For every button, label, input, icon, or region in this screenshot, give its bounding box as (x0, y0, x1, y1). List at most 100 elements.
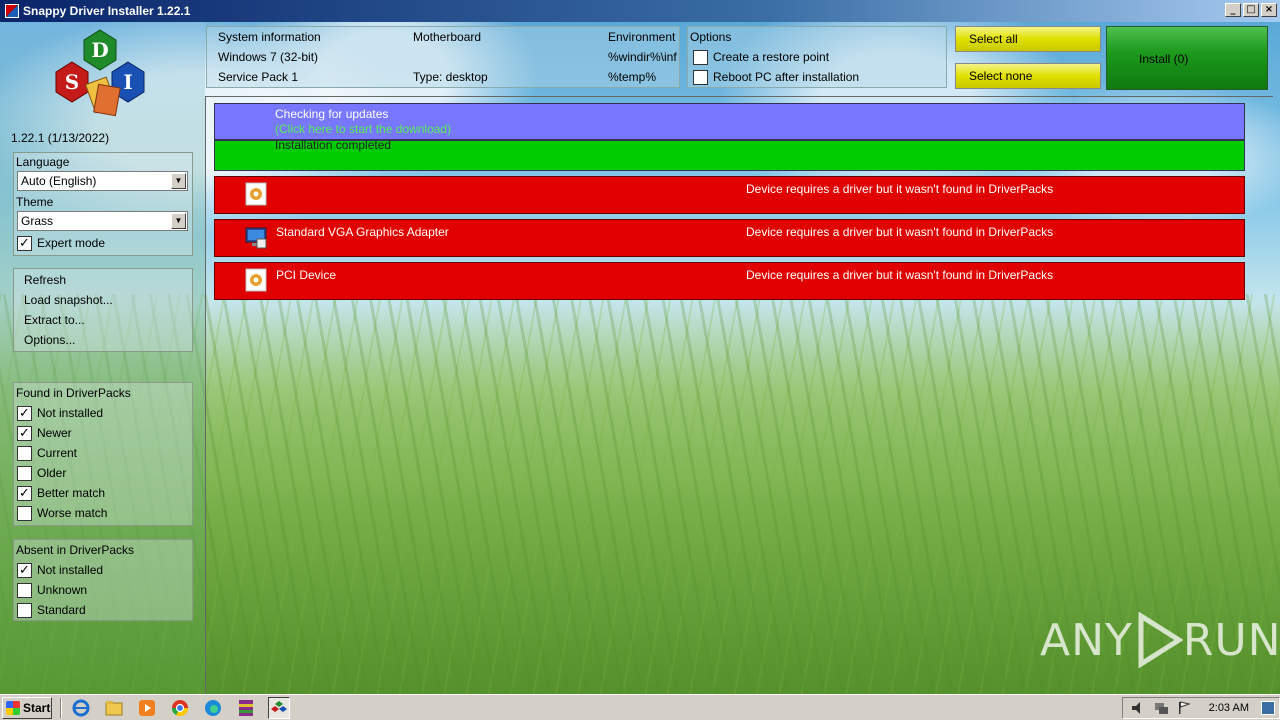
options-header: Options (690, 30, 732, 44)
options-button[interactable]: Options... (14, 330, 192, 350)
filter-label: Newer (37, 426, 72, 440)
start-label: Start (23, 700, 51, 715)
logo-letter-s: S (65, 70, 79, 94)
actions-panel: Refresh Load snapshot... Extract to... O… (13, 268, 193, 352)
filter-found-not-installed[interactable]: ✓ Not installed (14, 403, 192, 423)
install-button[interactable]: Install (0) (1106, 26, 1268, 90)
expert-mode-checkbox[interactable]: ✓ Expert mode (14, 233, 192, 253)
filter-found-older[interactable]: Older (14, 463, 192, 483)
expert-mode-label: Expert mode (37, 236, 106, 250)
window-title: Snappy Driver Installer 1.22.1 (23, 4, 191, 18)
maximize-button[interactable]: □ (1243, 3, 1259, 17)
play-icon (1138, 612, 1183, 668)
reboot-checkbox[interactable]: Reboot PC after installation (690, 67, 859, 87)
sdi-taskbar-icon[interactable] (268, 696, 290, 719)
status-box: Checking for updates (Click here to star… (214, 103, 1245, 171)
device-name: Standard VGA Graphics Adapter (276, 225, 449, 239)
start-download-link[interactable]: (Click here to start the download) (275, 122, 451, 136)
watermark-left: ANY (1040, 614, 1133, 666)
watermark-right: RUN (1182, 614, 1280, 666)
filter-label: Older (37, 466, 67, 480)
chevron-down-icon[interactable]: ▼ (171, 173, 186, 189)
refresh-button[interactable]: Refresh (14, 270, 192, 290)
network-icon[interactable] (1153, 701, 1169, 715)
device-row[interactable]: Standard VGA Graphics Adapter Device req… (214, 219, 1245, 257)
theme-label: Theme (16, 195, 54, 209)
checkbox-box[interactable] (17, 582, 32, 598)
filter-absent-standard[interactable]: Standard (14, 600, 192, 620)
logo-letter-d: D (91, 38, 108, 62)
version-label: 1.22.1 (1/13/2022) (11, 131, 110, 145)
filter-label: Better match (37, 486, 106, 500)
checkbox-box[interactable] (17, 445, 32, 461)
checkbox-box[interactable]: ✓ (17, 485, 32, 501)
filter-absent-not-installed[interactable]: ✓ Not installed (14, 560, 192, 580)
filter-found-current[interactable]: Current (14, 443, 192, 463)
start-button[interactable]: Start (2, 696, 52, 719)
internet-explorer-icon[interactable] (70, 697, 92, 719)
show-desktop-button[interactable] (1261, 701, 1275, 715)
winrar-icon[interactable] (235, 697, 257, 719)
device-name: PCI Device (276, 268, 337, 282)
options-panel: Options Create a restore point Reboot PC… (687, 26, 947, 88)
filter-label: Not installed (37, 406, 104, 420)
theme-select[interactable]: Grass ▼ (17, 211, 188, 231)
system-tray: 2:03 AM (1122, 697, 1280, 719)
filter-label: Standard (37, 603, 86, 617)
action-center-flag-icon[interactable] (1176, 701, 1192, 715)
os-version: Windows 7 (32-bit) (218, 50, 319, 64)
device-row[interactable]: Device requires a driver but it wasn't f… (214, 176, 1245, 214)
checkbox-box[interactable] (17, 602, 32, 618)
media-player-icon[interactable] (136, 697, 158, 719)
window-titlebar: Snappy Driver Installer 1.22.1 _ □ × (0, 0, 1280, 22)
filter-label: Not installed (37, 563, 104, 577)
device-row[interactable]: PCI Device Device requires a driver but … (214, 262, 1245, 300)
checkbox-box[interactable] (17, 505, 32, 521)
minimize-button[interactable]: _ (1225, 3, 1241, 17)
clock[interactable]: 2:03 AM (1209, 702, 1249, 714)
environment-label: Environment (608, 30, 676, 44)
checkbox-box[interactable]: ✓ (17, 235, 32, 251)
filter-found-better-match[interactable]: ✓ Better match (14, 483, 192, 503)
restore-point-checkbox[interactable]: Create a restore point (690, 47, 829, 67)
checkbox-box[interactable] (693, 49, 708, 65)
theme-value: Grass (21, 214, 54, 228)
filter-found-worse-match[interactable]: Worse match (14, 503, 192, 523)
absent-header: Absent in DriverPacks (16, 543, 135, 557)
sysinfo-header: System information (218, 30, 321, 44)
load-snapshot-button[interactable]: Load snapshot... (14, 290, 192, 310)
filter-absent-unknown[interactable]: Unknown (14, 580, 192, 600)
checkbox-box[interactable]: ✓ (17, 405, 32, 421)
checking-updates-text: Checking for updates (275, 107, 389, 121)
language-select[interactable]: Auto (English) ▼ (17, 171, 188, 191)
anyrun-watermark: ANY RUN (1040, 612, 1280, 668)
edge-icon[interactable] (202, 697, 224, 719)
service-pack: Service Pack 1 (218, 70, 299, 84)
windows-flag-icon (6, 700, 20, 715)
filter-found-newer[interactable]: ✓ Newer (14, 423, 192, 443)
extract-to-button[interactable]: Extract to... (14, 310, 192, 330)
close-button[interactable]: × (1261, 3, 1277, 17)
main-area: D S I 1.22.1 (1/13/2022) Language Auto (… (0, 22, 1280, 694)
checkbox-box[interactable] (693, 69, 708, 85)
reboot-label: Reboot PC after installation (713, 70, 860, 84)
select-all-button[interactable]: Select all (955, 26, 1101, 52)
filter-label: Current (37, 446, 78, 460)
checkbox-box[interactable] (17, 465, 32, 481)
system-info-panel: System information Windows 7 (32-bit) Se… (206, 26, 680, 88)
device-status: Device requires a driver but it wasn't f… (746, 182, 1054, 196)
file-explorer-icon[interactable] (103, 697, 125, 719)
speaker-icon[interactable] (1130, 701, 1146, 715)
chrome-icon[interactable] (169, 697, 191, 719)
filter-label: Unknown (37, 583, 88, 597)
chevron-down-icon[interactable]: ▼ (171, 213, 186, 229)
checkbox-box[interactable]: ✓ (17, 425, 32, 441)
logo-letter-i: I (123, 70, 132, 94)
checkbox-box[interactable]: ✓ (17, 562, 32, 578)
found-filter-panel: Found in DriverPacks ✓ Not installed ✓ New… (13, 382, 193, 526)
taskbar: Start 2:03 AM (0, 694, 1280, 720)
pc-type: Type: desktop (413, 70, 488, 84)
temp-path: %temp% (608, 70, 657, 84)
restore-point-label: Create a restore point (713, 50, 830, 64)
select-none-button[interactable]: Select none (955, 63, 1101, 89)
